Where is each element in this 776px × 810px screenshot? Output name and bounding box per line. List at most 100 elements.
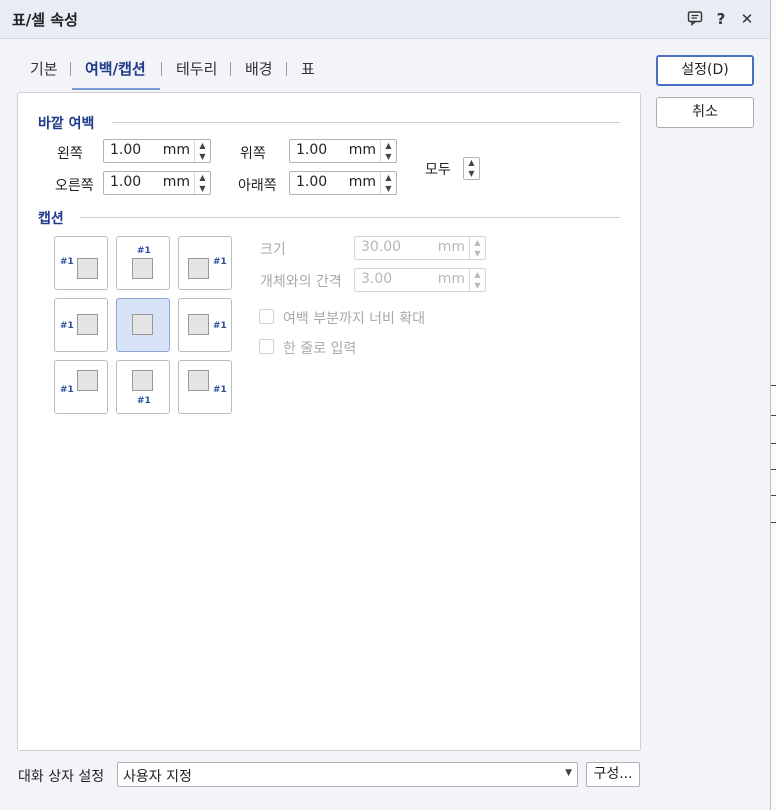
background-line — [771, 385, 776, 386]
unit-label: mm — [437, 239, 465, 255]
top-margin-label: 위쪽 — [240, 146, 266, 162]
all-margins-spinner[interactable]: ▲ ▼ — [463, 157, 480, 180]
dialog-settings-select[interactable]: 사용자 지정 ▼ — [117, 762, 578, 787]
right-margin-value[interactable]: 1.00 — [110, 174, 141, 190]
caption-position-right[interactable]: #1 — [178, 298, 232, 352]
spin-up-icon[interactable]: ▲ — [470, 269, 485, 280]
tab-separator — [161, 62, 162, 76]
background-window-edge — [771, 0, 776, 810]
left-margin-spinner[interactable]: 1.00 mm ▲ ▼ — [103, 139, 211, 163]
unit-label: mm — [348, 174, 376, 190]
spinner-arrows[interactable]: ▲ ▼ — [194, 140, 210, 162]
background-line — [771, 443, 776, 444]
single-line-checkbox[interactable] — [259, 339, 274, 354]
comment-icon[interactable] — [686, 10, 704, 28]
caption-position-left-top[interactable]: #1 — [54, 236, 108, 290]
tab-border[interactable]: 테두리 — [176, 58, 217, 79]
caption-gap-value[interactable]: 3.00 — [361, 271, 392, 287]
tab-separator — [70, 62, 71, 76]
spinner-arrows[interactable]: ▲ ▼ — [469, 237, 485, 259]
object-box — [77, 314, 98, 335]
spin-down-icon[interactable]: ▼ — [381, 183, 396, 194]
unit-label: mm — [162, 174, 190, 190]
dialog-settings-value[interactable]: 사용자 지정 — [123, 766, 192, 786]
table-cell-properties-dialog: 표/셀 속성 ? ✕ 기본 여백/캡션 테두리 배경 표 바깥 여백 왼쪽 1.… — [0, 0, 771, 810]
caption-position-right-top[interactable]: #1 — [178, 236, 232, 290]
right-margin-spinner[interactable]: 1.00 mm ▲ ▼ — [103, 171, 211, 195]
caption-gap-spinner[interactable]: 3.00 mm ▲ ▼ — [354, 268, 486, 292]
spin-up-icon[interactable]: ▲ — [470, 237, 485, 248]
title-bar: 표/셀 속성 ? ✕ — [0, 0, 770, 39]
caption-position-right-bottom[interactable]: #1 — [178, 360, 232, 414]
extend-width-label: 여백 부분까지 너비 확대 — [283, 311, 426, 327]
spinner-arrows[interactable]: ▲ ▼ — [194, 172, 210, 194]
spinner-arrows[interactable]: ▲ ▼ — [469, 269, 485, 291]
caption-size-spinner[interactable]: 30.00 mm ▲ ▼ — [354, 236, 486, 260]
bottom-margin-spinner[interactable]: 1.00 mm ▲ ▼ — [289, 171, 397, 195]
unit-label: mm — [348, 142, 376, 158]
section-divider — [112, 122, 620, 123]
caption-position-bottom[interactable]: #1 — [116, 360, 170, 414]
caption-tag: #1 — [137, 396, 151, 406]
caption-tag: #1 — [60, 321, 74, 331]
left-margin-value[interactable]: 1.00 — [110, 142, 141, 158]
caption-tag: #1 — [60, 385, 74, 395]
spin-up-icon[interactable]: ▲ — [195, 140, 210, 151]
section-divider — [80, 217, 620, 218]
caption-position-left[interactable]: #1 — [54, 298, 108, 352]
spinner-arrows[interactable]: ▲ ▼ — [380, 172, 396, 194]
background-line — [771, 522, 776, 523]
caption-size-label: 크기 — [260, 242, 286, 258]
background-line — [771, 469, 776, 470]
cancel-button[interactable]: 취소 — [656, 97, 754, 128]
object-box — [77, 258, 98, 279]
caption-gap-label: 개체와의 간격 — [260, 274, 342, 290]
top-margin-spinner[interactable]: 1.00 mm ▲ ▼ — [289, 139, 397, 163]
left-margin-label: 왼쪽 — [57, 146, 83, 162]
bottom-margin-label: 아래쪽 — [238, 178, 277, 194]
spin-down-icon[interactable]: ▼ — [470, 248, 485, 259]
bottom-margin-value[interactable]: 1.00 — [296, 174, 327, 190]
object-box — [132, 370, 153, 391]
spin-down-icon[interactable]: ▼ — [464, 169, 479, 179]
ok-button[interactable]: 설정(D) — [656, 55, 754, 86]
dialog-settings-label: 대화 상자 설정 — [18, 769, 105, 785]
object-box — [77, 370, 98, 391]
tab-background[interactable]: 배경 — [245, 58, 273, 79]
outer-margin-section-label: 바깥 여백 — [38, 116, 95, 132]
unit-label: mm — [437, 271, 465, 287]
extend-width-checkbox[interactable] — [259, 309, 274, 324]
caption-tag: #1 — [213, 321, 227, 331]
object-box — [188, 258, 209, 279]
spin-up-icon[interactable]: ▲ — [464, 158, 479, 168]
chevron-down-icon[interactable]: ▼ — [565, 768, 572, 778]
spin-up-icon[interactable]: ▲ — [381, 140, 396, 151]
tab-table[interactable]: 표 — [301, 58, 315, 79]
caption-position-none[interactable] — [116, 298, 170, 352]
spin-down-icon[interactable]: ▼ — [381, 151, 396, 162]
caption-position-top[interactable]: #1 — [116, 236, 170, 290]
caption-tag: #1 — [60, 257, 74, 267]
single-line-label: 한 줄로 입력 — [283, 341, 357, 357]
spin-down-icon[interactable]: ▼ — [195, 151, 210, 162]
dialog-title: 표/셀 속성 — [12, 11, 78, 29]
configure-button[interactable]: 구성... — [586, 762, 640, 787]
help-icon[interactable]: ? — [712, 10, 730, 28]
caption-size-value[interactable]: 30.00 — [361, 239, 401, 255]
tab-separator — [286, 62, 287, 76]
spinner-arrows[interactable]: ▲ ▼ — [380, 140, 396, 162]
spin-up-icon[interactable]: ▲ — [381, 172, 396, 183]
spin-down-icon[interactable]: ▼ — [195, 183, 210, 194]
caption-tag: #1 — [213, 257, 227, 267]
unit-label: mm — [162, 142, 190, 158]
tab-basic[interactable]: 기본 — [30, 58, 58, 79]
tab-margin-caption[interactable]: 여백/캡션 — [85, 58, 146, 79]
background-line — [771, 495, 776, 496]
top-margin-value[interactable]: 1.00 — [296, 142, 327, 158]
close-icon[interactable]: ✕ — [738, 10, 756, 28]
caption-position-left-bottom[interactable]: #1 — [54, 360, 108, 414]
right-margin-label: 오른쪽 — [55, 178, 94, 194]
all-margins-label: 모두 — [425, 162, 451, 178]
spin-down-icon[interactable]: ▼ — [470, 280, 485, 291]
spin-up-icon[interactable]: ▲ — [195, 172, 210, 183]
